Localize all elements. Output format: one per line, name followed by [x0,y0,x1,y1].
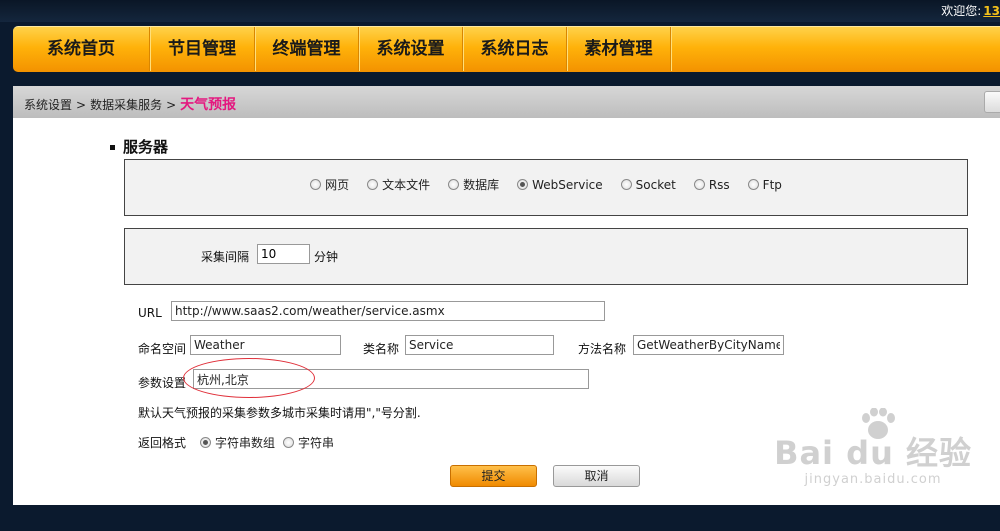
protocol-label: Ftp [762,177,782,192]
breadcrumb-item-data-collection[interactable]: 数据采集服务 [90,98,162,112]
breadcrumb-separator: > [76,98,87,112]
protocol-label: Socket [635,177,676,192]
nav-programs[interactable]: 节目管理 [150,27,255,71]
baidu-jingyan-watermark: Bai du 经验 jingyan.baidu.com [774,408,972,487]
breadcrumb: 系统设置 > 数据采集服务 > 天气预报 [13,86,1000,118]
nav-materials[interactable]: 素材管理 [567,27,671,71]
params-label: 参数设置 [138,376,187,390]
radio-icon[interactable] [283,437,295,448]
protocol-label: 网页 [325,178,350,192]
submit-button[interactable]: 提交 [450,465,537,487]
protocol-option-textfile[interactable]: 文本文件 [367,176,430,193]
interval-input[interactable] [257,244,310,264]
class-label: 类名称 [363,342,400,356]
nav-logs[interactable]: 系统日志 [463,27,567,71]
watermark-sub: jingyan.baidu.com [804,472,942,487]
section-title-text: 服务器 [123,138,169,156]
welcome-area: 欢迎您: 13 [941,2,1000,19]
nav-terminals[interactable]: 终端管理 [255,27,359,71]
breadcrumb-side-button[interactable] [984,91,1000,113]
breadcrumb-separator: > [166,98,177,112]
interval-unit: 分钟 [314,250,339,264]
protocol-radio-group: 网页 文本文件 数据库 WebService Socket Rss Ftp [125,176,967,193]
format-label: 字符串 [298,436,335,450]
left-background [0,22,13,505]
bullet-icon [110,145,115,150]
format-option-string-array[interactable]: 字符串数组 [200,434,275,451]
radio-icon[interactable] [693,179,705,190]
url-input[interactable] [171,301,605,321]
url-label: URL [138,306,162,320]
radio-checked-icon[interactable] [517,179,529,190]
annotation-ellipse [183,358,315,398]
namespace-label: 命名空间 [138,342,187,356]
format-label: 字符串数组 [215,436,276,450]
protocol-option-web[interactable]: 网页 [310,176,349,193]
return-format-label: 返回格式 [138,436,187,450]
cancel-button[interactable]: 取消 [553,465,640,487]
protocol-label: Rss [708,177,730,192]
method-label: 方法名称 [578,342,627,356]
protocol-option-rss[interactable]: Rss [693,176,730,193]
bottom-background [0,505,1000,531]
class-input[interactable] [405,335,554,355]
radio-icon[interactable] [310,179,322,190]
top-bar: 欢迎您: 13 [0,0,1000,22]
protocol-label: 文本文件 [382,178,431,192]
nav-home[interactable]: 系统首页 [13,27,150,71]
nav-settings[interactable]: 系统设置 [359,27,463,71]
user-link[interactable]: 13 [983,4,1000,18]
radio-icon[interactable] [620,179,632,190]
protocol-option-webservice[interactable]: WebService [517,176,603,193]
breadcrumb-item-settings[interactable]: 系统设置 [24,98,72,112]
protocol-option-socket[interactable]: Socket [620,176,676,193]
welcome-text: 欢迎您: [941,4,982,18]
radio-icon[interactable] [747,179,759,190]
return-format-row: 返回格式 字符串数组 字符串 [138,434,342,451]
radio-icon[interactable] [367,179,379,190]
params-hint: 默认天气预报的采集参数多城市采集时请用","号分割. [138,406,421,420]
protocol-option-ftp[interactable]: Ftp [747,176,782,193]
namespace-input[interactable] [190,335,341,355]
interval-box: 采集间隔 分钟 [124,228,968,285]
breadcrumb-trail: 系统设置 > 数据采集服务 > 天气预报 [24,94,236,114]
protocol-option-database[interactable]: 数据库 [448,176,499,193]
radio-checked-icon[interactable] [200,437,212,448]
breadcrumb-current: 天气预报 [180,97,237,113]
protocol-label: 数据库 [463,178,500,192]
method-input[interactable] [633,335,784,355]
protocol-box: 网页 文本文件 数据库 WebService Socket Rss Ftp [124,159,968,216]
radio-icon[interactable] [448,179,460,190]
interval-label: 采集间隔 [201,250,250,264]
format-option-string[interactable]: 字符串 [283,434,334,451]
section-title: 服务器 [110,136,168,157]
main-nav: 系统首页 节目管理 终端管理 系统设置 系统日志 素材管理 [13,26,1000,72]
protocol-label: WebService [532,177,603,192]
paw-icon [862,408,896,439]
